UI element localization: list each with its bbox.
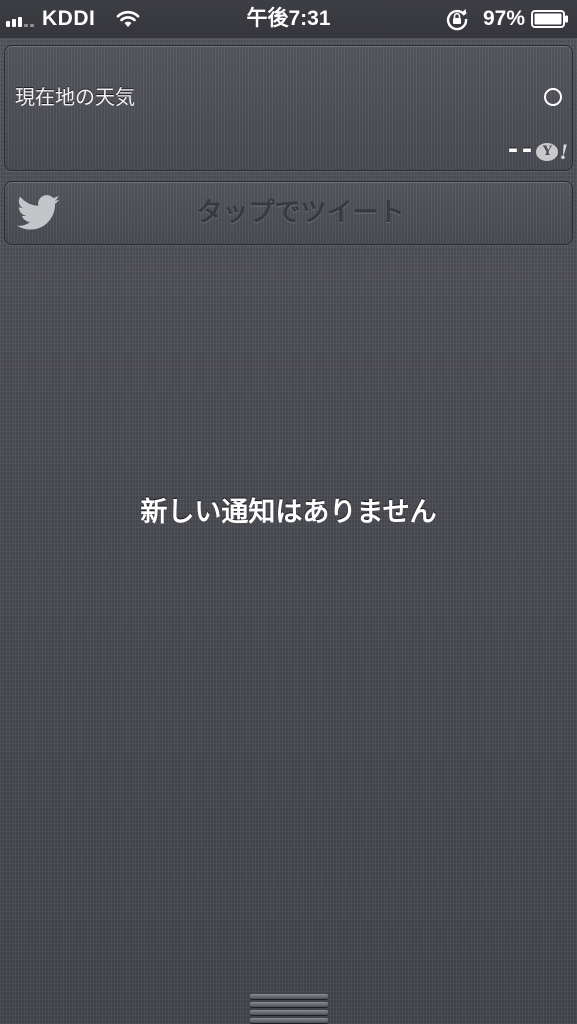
weather-temperature: -- — [508, 132, 536, 165]
tweet-label: タップでツイート — [196, 198, 405, 228]
weather-widget[interactable]: 現在地の天気 -- Y! — [4, 45, 573, 171]
grabber-handle[interactable] — [250, 992, 328, 1024]
yahoo-logo-icon: Y! — [536, 141, 568, 163]
status-bar: KDDI 午後7:31 97% — [0, 0, 577, 38]
battery-percent: 97% — [482, 7, 525, 30]
battery-icon — [531, 10, 568, 28]
status-bar-right: 97% — [445, 0, 569, 38]
tweet-button[interactable]: タップでツイート — [4, 181, 573, 245]
degree-icon — [544, 88, 562, 106]
no-notifications-message: 新しい通知はありません — [140, 497, 437, 528]
weather-title: 現在地の天気 — [15, 85, 135, 109]
rotation-lock-icon — [446, 9, 468, 31]
